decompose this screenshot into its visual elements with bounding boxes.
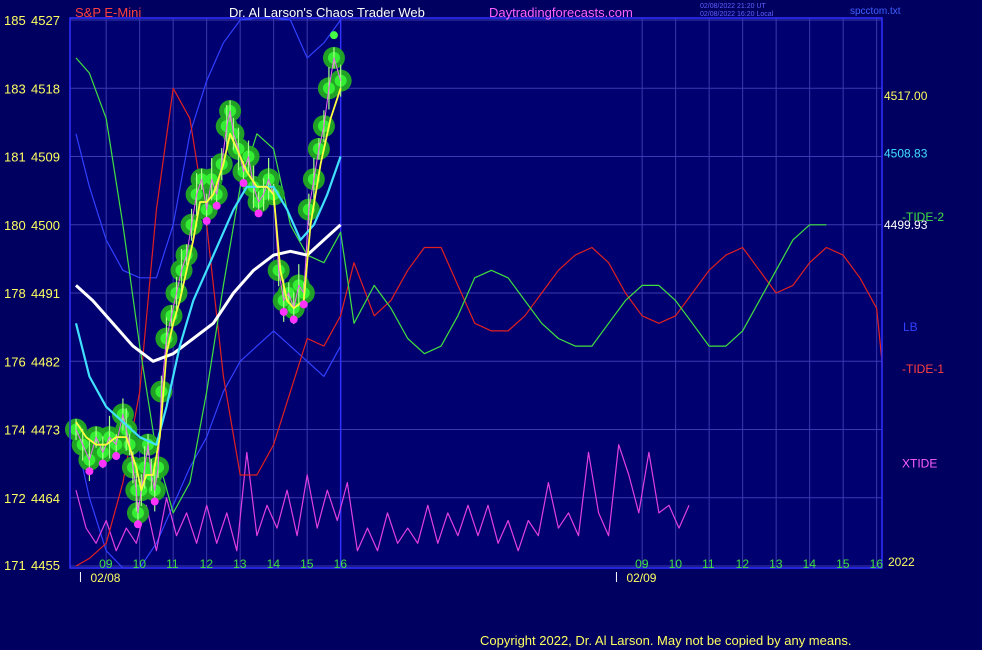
low-marker	[98, 459, 107, 468]
x-tick-label: 14	[803, 557, 817, 571]
x-tick-label: 10	[669, 557, 683, 571]
series-label: LB	[903, 320, 918, 334]
y-tick-value: 4455	[31, 558, 60, 573]
y-tick-left: 176	[4, 354, 26, 369]
chart: 185 4527 183 4518 181 4509 180 4500 178 4491 176 44…	[0, 0, 982, 650]
y-tick-left: 171	[4, 558, 26, 573]
low-marker	[202, 216, 211, 225]
price-level-label: 4508.83	[884, 146, 928, 160]
x-tick-label: 12	[736, 557, 750, 571]
y-tick-left: 172	[4, 491, 26, 506]
site-link[interactable]: Daytradingforecasts.com	[489, 5, 633, 20]
copyright-notice: Copyright 2022, Dr. Al Larson. May not b…	[480, 633, 851, 648]
date-label: 02/08	[90, 571, 120, 585]
x-tick-label: 14	[267, 557, 281, 571]
low-marker	[299, 300, 308, 309]
year-label: 2022	[888, 555, 915, 569]
low-marker	[254, 209, 263, 218]
y-tick-value: 4518	[31, 81, 60, 96]
y-tick-left: 185	[4, 13, 26, 28]
price-level-label: 4517.00	[884, 89, 928, 103]
x-tick-label: 15	[300, 557, 314, 571]
chart-title: Dr. Al Larson's Chaos Trader Web	[229, 5, 425, 20]
series-label: -TIDE-2	[902, 210, 944, 224]
x-tick-label: 13	[233, 557, 247, 571]
low-marker	[112, 452, 121, 461]
series-label: -TIDE-1	[902, 362, 944, 376]
low-marker	[212, 201, 221, 210]
y-tick-value: 4473	[31, 423, 60, 438]
timestamp-local: 02/08/2022 16:20 Local	[700, 11, 774, 18]
y-tick-left: 183	[4, 81, 26, 96]
high-marker	[329, 31, 338, 40]
date-label: 02/09	[626, 571, 656, 585]
low-marker	[133, 520, 142, 529]
y-tick-value: 4500	[31, 218, 60, 233]
low-marker	[279, 307, 288, 316]
y-tick-left: 180	[4, 218, 26, 233]
x-tick-label: 15	[836, 557, 850, 571]
y-tick-value: 4509	[31, 150, 60, 165]
y-tick-value: 4482	[31, 354, 60, 369]
low-marker	[239, 179, 248, 188]
y-tick-left: 181	[4, 150, 26, 165]
x-tick-label: 09	[635, 557, 649, 571]
symbol-title: S&P E-Mini	[75, 5, 141, 20]
low-marker	[85, 467, 94, 476]
y-tick-value: 4464	[31, 491, 60, 506]
y-tick-left: 178	[4, 286, 26, 301]
x-tick-label: 09	[99, 557, 113, 571]
y-tick-value: 4527	[31, 13, 60, 28]
y-tick-value: 4491	[31, 286, 60, 301]
x-tick-label: 12	[200, 557, 214, 571]
low-marker	[289, 315, 298, 324]
timestamp-ut: 02/08/2022 21:20 UT	[700, 3, 766, 10]
x-tick-label: 16	[870, 557, 884, 571]
x-tick-label: 13	[769, 557, 783, 571]
data-file-name: spcctom.txt	[850, 6, 901, 17]
x-tick-label: 10	[133, 557, 147, 571]
x-tick-label: 11	[166, 557, 179, 571]
x-tick-label: 11	[702, 557, 715, 571]
x-tick-label: 16	[334, 557, 348, 571]
series-label: XTIDE	[902, 457, 937, 471]
low-marker	[150, 497, 159, 506]
y-tick-left: 174	[4, 423, 26, 438]
